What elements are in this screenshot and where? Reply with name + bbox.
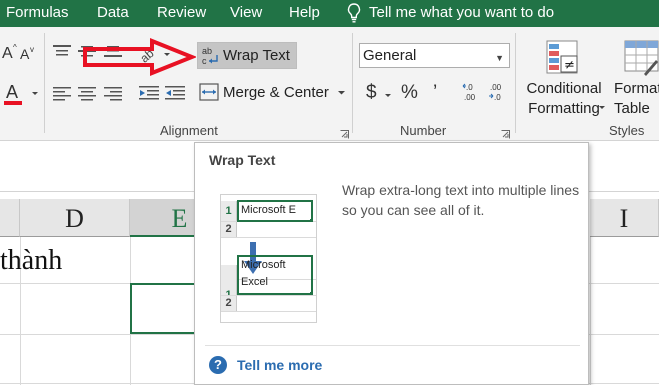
wrap-text-preview-image: 1 2 Microsoft E 1 2 Microsoft Excel: [220, 194, 317, 323]
preview-before-text: Microsoft E: [241, 204, 297, 216]
tell-me-more-link[interactable]: Tell me more: [237, 357, 322, 373]
tell-me-search[interactable]: Tell me what you want to do: [369, 3, 554, 23]
preview-cell-before: Microsoft E: [237, 200, 313, 222]
svg-text:^: ^: [13, 43, 17, 52]
column-header-i[interactable]: I: [590, 199, 659, 237]
conditional-formatting-dropdown-icon[interactable]: [598, 105, 606, 111]
group-separator: [44, 33, 45, 133]
conditional-formatting-line1: Conditional: [526, 80, 602, 97]
annotation-arrow-icon: [82, 38, 196, 76]
preview-row-header: 1: [221, 201, 237, 221]
chevron-down-icon: ▼: [495, 53, 504, 63]
increase-decimal-icon[interactable]: .0.00: [462, 81, 482, 103]
column-header-c[interactable]: [0, 199, 20, 237]
increase-font-size-icon[interactable]: A ^: [2, 41, 20, 61]
align-right-icon[interactable]: [103, 85, 123, 101]
merge-dropdown-icon[interactable]: [337, 90, 346, 96]
preview-gridline: [221, 295, 316, 296]
number-group-label: Number: [400, 123, 447, 138]
menu-view[interactable]: View: [230, 3, 262, 23]
cell-text: thành: [0, 245, 63, 276]
alignment-launcher-icon[interactable]: [340, 126, 349, 139]
number-format-select[interactable]: General ▼: [359, 43, 510, 68]
number-launcher-icon[interactable]: [501, 126, 510, 139]
preview-row-header: 1: [221, 265, 237, 301]
tooltip-title: Wrap Text: [209, 152, 276, 168]
currency-button[interactable]: $: [366, 82, 377, 104]
preview-gridline: [221, 237, 316, 238]
svg-text:.00: .00: [490, 83, 502, 92]
tooltip-divider: [205, 345, 580, 346]
top-align-icon[interactable]: [52, 43, 72, 59]
fill-handle: [309, 291, 311, 293]
conditional-formatting-line2: Formatting: [528, 100, 600, 117]
number-format-value: General: [363, 47, 417, 64]
preview-after-line1: Microsoft: [241, 259, 286, 271]
preview-after-line2: Excel: [241, 276, 268, 288]
preview-row-header: 2: [221, 295, 237, 311]
preview-row-header: 2: [221, 221, 237, 237]
decrease-decimal-icon[interactable]: .00.0: [488, 81, 508, 103]
preview-cell-after: Microsoft Excel: [237, 255, 313, 295]
svg-text:≠: ≠: [564, 58, 575, 73]
menu-review[interactable]: Review: [157, 3, 206, 23]
align-left-icon[interactable]: [52, 85, 72, 101]
wrap-text-button[interactable]: ab c Wrap Text: [197, 42, 297, 69]
merge-center-label[interactable]: Merge & Center: [223, 84, 329, 101]
font-color-letter: A: [6, 82, 18, 102]
svg-text:A: A: [20, 46, 30, 62]
decrease-font-size-icon[interactable]: Av: [20, 44, 36, 62]
percent-button[interactable]: %: [401, 82, 418, 104]
format-as-table-button[interactable]: Format Table: [614, 79, 659, 119]
svg-text:.0: .0: [494, 93, 501, 102]
svg-text:c: c: [202, 56, 207, 66]
menu-data[interactable]: Data: [97, 3, 129, 23]
format-as-table-icon: [624, 40, 659, 76]
svg-text:v: v: [30, 45, 34, 54]
svg-text:A: A: [2, 45, 13, 61]
wrap-text-label: Wrap Text: [223, 47, 290, 64]
column-header-d[interactable]: D: [20, 199, 130, 237]
help-icon[interactable]: ?: [209, 356, 227, 374]
menu-help[interactable]: Help: [289, 3, 320, 23]
svg-text:.0: .0: [466, 83, 473, 92]
increase-indent-icon[interactable]: [164, 84, 186, 102]
wrap-text-icon: ab c: [201, 46, 221, 66]
active-cell[interactable]: [130, 283, 200, 334]
format-table-line1: Format: [614, 80, 659, 97]
decrease-indent-icon[interactable]: [138, 84, 160, 102]
preview-gridline: [221, 311, 316, 312]
lightbulb-icon: [346, 2, 362, 24]
format-table-line2: Table: [614, 100, 650, 117]
currency-dropdown-icon[interactable]: [384, 93, 392, 99]
column-gridline: [590, 237, 591, 385]
comma-style-button[interactable]: ’: [433, 82, 437, 104]
wrap-text-tooltip: Wrap Text 1 2 Microsoft E 1 2 Microsoft …: [194, 142, 589, 385]
group-separator: [352, 33, 353, 133]
svg-text:.00: .00: [464, 93, 476, 102]
font-color-icon[interactable]: A: [3, 81, 41, 107]
ribbon: A ^ Av A ab ab c Wrap Text Merge & Cente…: [0, 27, 659, 141]
tooltip-description: Wrap extra-long text into multiple lines…: [342, 182, 580, 218]
fill-handle: [309, 218, 311, 220]
merge-center-icon[interactable]: [199, 83, 219, 101]
group-separator: [515, 33, 516, 133]
menu-formulas[interactable]: Formulas: [6, 3, 69, 23]
styles-group-label: Styles: [609, 123, 645, 138]
menu-bar: Formulas Data Review View Help Tell me w…: [0, 0, 659, 27]
conditional-formatting-icon: ≠: [546, 40, 580, 76]
conditional-formatting-button[interactable]: Conditional Formatting: [522, 79, 606, 119]
align-center-icon[interactable]: [77, 85, 97, 101]
alignment-group-label: Alignment: [160, 123, 218, 138]
svg-text:ab: ab: [202, 46, 212, 56]
